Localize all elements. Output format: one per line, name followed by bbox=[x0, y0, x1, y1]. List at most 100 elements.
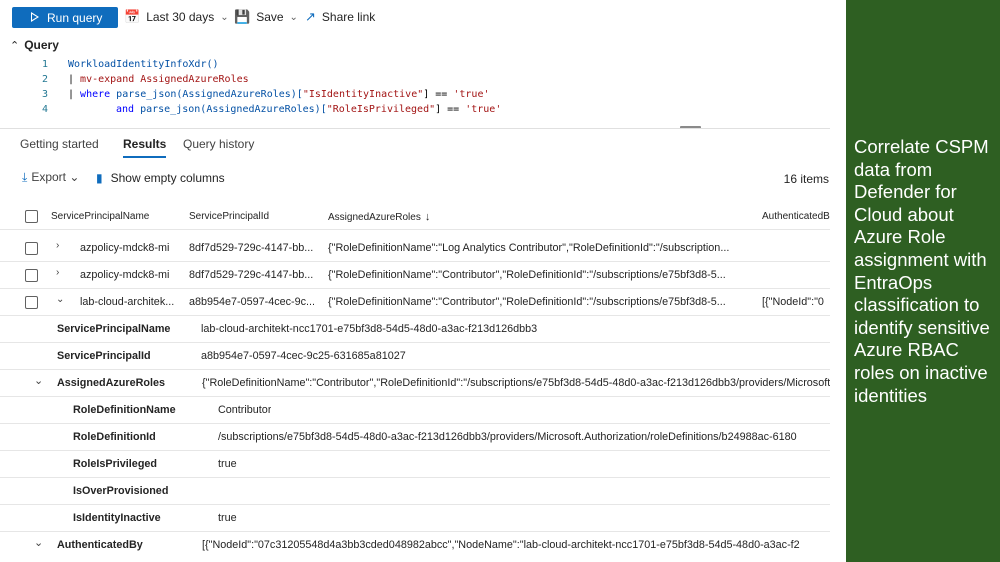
caption-panel: Correlate CSPM data from Defender for Cl… bbox=[846, 0, 1000, 562]
code-token: and bbox=[116, 104, 135, 115]
save-label: Save bbox=[256, 10, 284, 24]
arrow-down-icon: ↓ bbox=[424, 211, 431, 223]
detail-key: RoleDefinitionId bbox=[73, 431, 156, 443]
query-toolbar: Run query 📅 Last 30 days ⌄ 💾 Save ⌄ ↗ Sh… bbox=[0, 0, 830, 34]
detail-row: ServicePrincipalId a8b954e7-0597-4cec-9c… bbox=[0, 343, 830, 370]
cell-assigned-azure-roles: {"RoleDefinitionName":"Contributor","Rol… bbox=[328, 296, 726, 308]
column-header[interactable]: AuthenticatedB bbox=[762, 211, 830, 222]
code-token: AssignedAzureRoles bbox=[134, 74, 249, 85]
show-empty-columns-toggle[interactable]: ▮ Show empty columns bbox=[96, 171, 225, 185]
detail-value: Contributor bbox=[218, 404, 272, 416]
code-token: WorkloadIdentityInfoXdr() bbox=[68, 59, 219, 70]
code-token: 'true' bbox=[453, 89, 490, 100]
table-row[interactable]: › azpolicy-mdck8-mi 8df7d529-729c-4147-b… bbox=[0, 235, 830, 262]
slide-caption: Correlate CSPM data from Defender for Cl… bbox=[854, 136, 990, 406]
cell-service-principal-name: azpolicy-mdck8-mi bbox=[80, 269, 170, 281]
run-query-button[interactable]: Run query bbox=[12, 7, 118, 28]
line-number: 4 bbox=[41, 104, 48, 115]
grid-header-row: ServicePrincipalName ServicePrincipalId … bbox=[0, 203, 830, 230]
code-token: ] == bbox=[435, 104, 466, 115]
cell-service-principal-name: azpolicy-mdck8-mi bbox=[80, 242, 170, 254]
divider bbox=[0, 128, 830, 129]
detail-value: lab-cloud-architekt-ncc1701-e75bf3d8-54d… bbox=[201, 323, 538, 335]
results-action-bar: ⤓ Export ⌄ ▮ Show empty columns 16 items bbox=[0, 170, 830, 190]
detail-value: true bbox=[218, 512, 237, 524]
code-line-2: | mv-expand AssignedAzureRoles bbox=[68, 74, 249, 85]
code-token: (AssignedAzureRoles)[ bbox=[200, 104, 327, 115]
detail-key: RoleIsPrivileged bbox=[73, 458, 158, 470]
row-checkbox[interactable] bbox=[25, 296, 38, 309]
code-token: parse_json bbox=[110, 89, 177, 100]
table-row-expanded[interactable]: ⌄ lab-cloud-architek... a8b954e7-0597-4c… bbox=[0, 289, 830, 316]
chevron-right-icon[interactable]: › bbox=[56, 267, 59, 278]
select-all-checkbox[interactable] bbox=[25, 210, 38, 223]
code-token: where bbox=[80, 89, 111, 100]
chevron-down-icon[interactable]: ⌄ bbox=[56, 294, 64, 305]
share-link-label: Share link bbox=[321, 10, 376, 24]
line-number: 2 bbox=[41, 74, 48, 85]
chevron-down-icon: ⌄ bbox=[220, 11, 229, 23]
column-header[interactable]: ServicePrincipalId bbox=[189, 211, 269, 222]
time-range-dropdown[interactable]: 📅 Last 30 days ⌄ bbox=[124, 9, 229, 25]
chevron-up-icon: ⌃ bbox=[10, 40, 20, 52]
detail-row-expanded[interactable]: ⌄ AssignedAzureRoles {"RoleDefinitionNam… bbox=[0, 370, 830, 397]
export-dropdown[interactable]: ⤓ Export ⌄ bbox=[22, 170, 79, 185]
code-token: mv-expand bbox=[80, 74, 135, 85]
table-row[interactable]: › azpolicy-mdck8-mi 8df7d529-729c-4147-b… bbox=[0, 262, 830, 289]
code-token: "IsIdentityInactive" bbox=[302, 89, 424, 100]
code-token: | bbox=[68, 89, 81, 100]
row-checkbox[interactable] bbox=[25, 242, 38, 255]
advanced-hunting-pane: Run query 📅 Last 30 days ⌄ 💾 Save ⌄ ↗ Sh… bbox=[0, 0, 846, 562]
chevron-down-icon[interactable]: ⌄ bbox=[34, 536, 43, 549]
run-query-label: Run query bbox=[47, 11, 103, 25]
code-line-1: WorkloadIdentityInfoXdr() bbox=[68, 59, 219, 70]
query-header-label: Query bbox=[24, 38, 59, 52]
detail-key: AuthenticatedBy bbox=[57, 539, 143, 551]
detail-value: {"RoleDefinitionName":"Contributor","Rol… bbox=[202, 377, 830, 389]
cell-authenticated-by: [{"NodeId":"0 bbox=[762, 296, 824, 308]
detail-key: RoleDefinitionName bbox=[73, 404, 176, 416]
detail-key: IsIdentityInactive bbox=[73, 512, 161, 524]
cell-service-principal-id: a8b954e7-0597-4cec-9c... bbox=[189, 296, 316, 308]
show-empty-columns-label: Show empty columns bbox=[110, 171, 225, 185]
detail-key: AssignedAzureRoles bbox=[57, 377, 165, 389]
cell-service-principal-id: 8df7d529-729c-4147-bb... bbox=[189, 242, 314, 254]
detail-row-expanded[interactable]: ⌄ AuthenticatedBy [{"NodeId":"07c3120554… bbox=[0, 532, 830, 559]
detail-key: ServicePrincipalName bbox=[57, 323, 171, 335]
query-section-toggle[interactable]: ⌃ Query bbox=[10, 38, 59, 52]
code-token: "RoleIsPrivileged" bbox=[326, 104, 436, 115]
chevron-right-icon[interactable]: › bbox=[56, 240, 59, 251]
share-link-button[interactable]: ↗ Share link bbox=[305, 9, 375, 25]
code-token: | bbox=[68, 74, 81, 85]
row-checkbox[interactable] bbox=[25, 269, 38, 282]
detail-key: IsOverProvisioned bbox=[73, 485, 169, 497]
time-range-label: Last 30 days bbox=[146, 10, 215, 24]
columns-icon: ▮ bbox=[96, 171, 103, 185]
save-dropdown[interactable]: 💾 Save ⌄ bbox=[234, 9, 298, 25]
column-header-label: AssignedAzureRoles bbox=[328, 212, 421, 223]
tab-results[interactable]: Results bbox=[123, 137, 167, 158]
tab-getting-started[interactable]: Getting started bbox=[20, 137, 99, 151]
code-line-4: and parse_json(AssignedAzureRoles)["Role… bbox=[116, 104, 501, 115]
column-header-sorted[interactable]: AssignedAzureRoles ↓ bbox=[328, 211, 430, 223]
line-number: 1 bbox=[41, 59, 48, 70]
column-header[interactable]: ServicePrincipalName bbox=[51, 211, 149, 222]
cell-service-principal-name: lab-cloud-architek... bbox=[80, 296, 175, 308]
chevron-down-icon: ⌄ bbox=[69, 170, 80, 184]
save-icon: 💾 bbox=[234, 9, 251, 24]
cell-service-principal-id: 8df7d529-729c-4147-bb... bbox=[189, 269, 314, 281]
cell-assigned-azure-roles: {"RoleDefinitionName":"Log Analytics Con… bbox=[328, 242, 730, 254]
code-line-3: | where parse_json(AssignedAzureRoles)["… bbox=[68, 89, 489, 100]
detail-row: ServicePrincipalName lab-cloud-architekt… bbox=[0, 316, 830, 343]
nested-detail-row: RoleDefinitionName Contributor bbox=[0, 397, 830, 424]
detail-value: [{"NodeId":"07c31205548d4a3bb3cded048982… bbox=[202, 539, 800, 551]
items-count: 16 items bbox=[783, 172, 829, 186]
export-label: Export bbox=[31, 170, 66, 184]
code-token: ] == bbox=[423, 89, 454, 100]
code-token: 'true' bbox=[465, 104, 502, 115]
download-icon: ⤓ bbox=[22, 170, 28, 184]
chevron-down-icon[interactable]: ⌄ bbox=[34, 374, 43, 387]
play-icon bbox=[31, 12, 39, 22]
tab-query-history[interactable]: Query history bbox=[183, 137, 254, 151]
line-number: 3 bbox=[41, 89, 48, 100]
